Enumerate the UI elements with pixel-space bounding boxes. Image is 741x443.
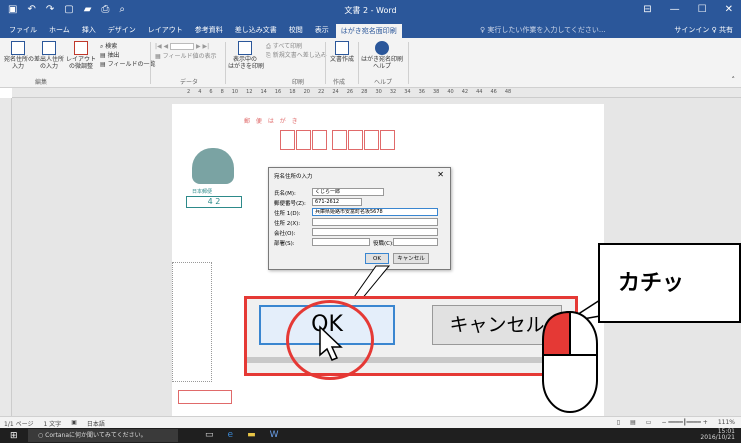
mouse-cursor-icon	[319, 325, 343, 361]
print-layout-icon[interactable]: ▤	[630, 419, 636, 426]
word-app-icon[interactable]: W	[270, 430, 279, 440]
read-mode-icon[interactable]: ▯	[617, 419, 620, 426]
web-layout-icon[interactable]: ▭	[646, 419, 652, 426]
page-count[interactable]: 1/1 ページ	[4, 419, 33, 428]
taskbar: ⊞ ○ Cortanaに何か聞いてみてください。 ▭ e ▬ W 15:01 2…	[0, 428, 741, 443]
cortana-icon: ○	[38, 432, 44, 439]
zoom-callout-pointer	[351, 265, 391, 301]
cortana-search[interactable]: ○ Cortanaに何か聞いてみてください。	[28, 429, 178, 442]
edge-icon[interactable]: e	[228, 430, 234, 440]
clock-date[interactable]: 2016/10/21	[700, 435, 735, 441]
word-count[interactable]: 1 文字	[43, 419, 61, 428]
windows-start-icon[interactable]: ⊞	[10, 431, 18, 441]
language[interactable]: 日本語	[87, 419, 105, 428]
zoom-slider[interactable]: − ━━━━┃━━━━ +	[661, 419, 707, 426]
proofing-icon[interactable]: ▣	[71, 419, 77, 428]
task-view-icon[interactable]: ▭	[205, 430, 214, 440]
speech-bubble: カチッ	[598, 243, 741, 323]
zoom-level[interactable]: 111%	[718, 419, 735, 426]
annotation-overlay	[351, 265, 601, 323]
system-tray: 15:01 2016/10/21	[700, 429, 735, 441]
click-sound-text: カチッ	[618, 271, 685, 296]
explorer-icon[interactable]: ▬	[247, 430, 256, 440]
status-bar: 1/1 ページ 1 文字 ▣ 日本語 ▯ ▤ ▭ − ━━━━┃━━━━ + 1…	[0, 416, 741, 428]
mouse-left-click-icon	[542, 310, 598, 413]
